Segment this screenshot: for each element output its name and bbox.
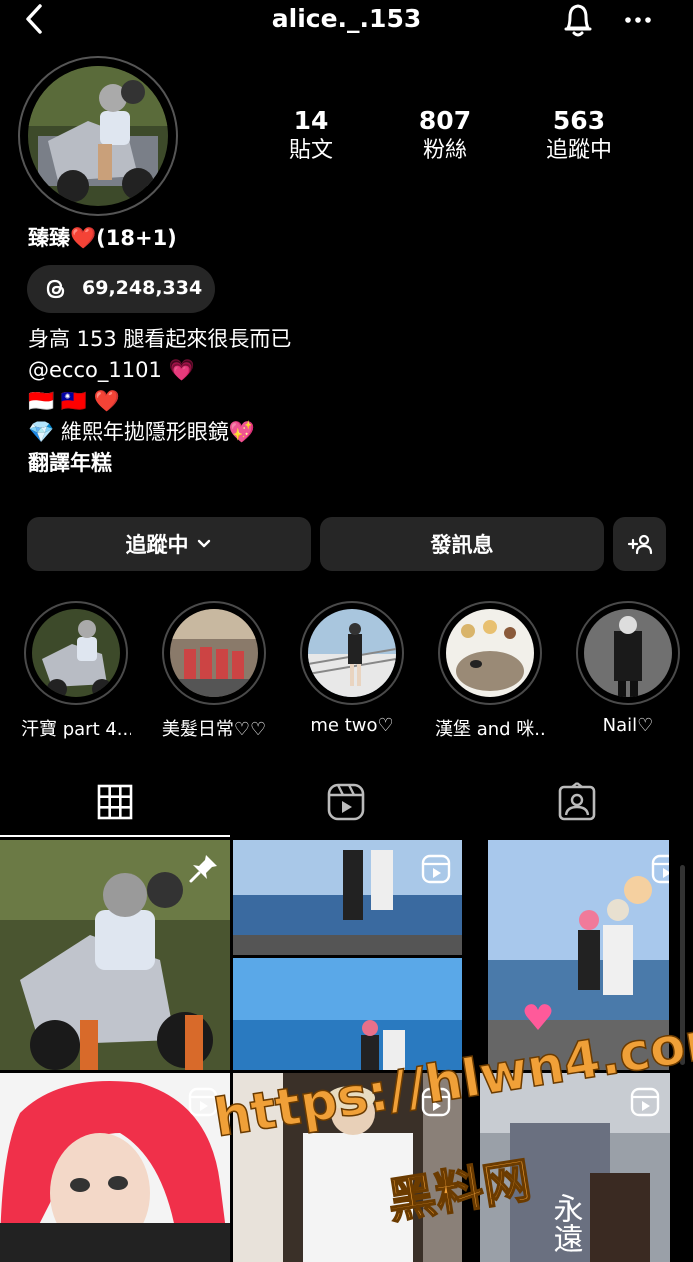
pin-icon <box>189 855 217 883</box>
message-button[interactable]: 發訊息 <box>320 517 604 571</box>
stat-posts[interactable]: 14 貼文 <box>241 106 381 166</box>
svg-text:永遠: 永遠 <box>548 1193 583 1253</box>
highlight-label: 美髮日常♡♡ <box>161 719 267 740</box>
following-button-label: 追蹤中 <box>125 533 189 557</box>
add-user-icon <box>627 534 652 555</box>
post-tile[interactable] <box>233 840 462 1070</box>
stat-followers-label: 粉絲 <box>422 138 467 163</box>
bio-translate-link[interactable]: 翻譯年糕 <box>28 448 112 479</box>
highlight-ring <box>576 601 680 705</box>
stat-posts-label: 貼文 <box>288 138 333 163</box>
bio-mention[interactable]: @ecco_1101 💗 <box>28 355 195 386</box>
highlight-label: Nail♡ <box>602 715 654 736</box>
top-bar: alice._.153 <box>0 0 693 40</box>
stat-followers[interactable]: 807 粉絲 <box>375 106 515 166</box>
suggest-users-button[interactable] <box>613 517 666 571</box>
stat-followers-count: 807 <box>418 106 472 135</box>
highlight-ring <box>300 601 404 705</box>
display-name: 臻臻❤️(18+1) <box>28 226 177 250</box>
highlight-item[interactable]: 美髮日常♡♡ <box>159 601 269 741</box>
highlight-ring <box>438 601 542 705</box>
threads-icon <box>46 279 65 299</box>
tagged-tab-icon[interactable] <box>557 782 597 822</box>
post-tile[interactable] <box>0 1073 230 1262</box>
highlight-item[interactable]: 漢堡 and 咪... <box>435 601 545 741</box>
reels-tab-icon[interactable] <box>326 782 366 822</box>
following-button[interactable]: 追蹤中 <box>27 517 311 571</box>
avatar[interactable] <box>28 66 168 206</box>
highlight-label: 汗寶 part 4... <box>21 719 131 740</box>
highlight-label: 漢堡 and 咪... <box>435 719 545 740</box>
post-tile[interactable] <box>0 840 230 1070</box>
highlight-cover <box>308 609 396 697</box>
chevron-down-icon <box>197 539 210 548</box>
stat-posts-count: 14 <box>293 106 329 135</box>
highlight-item[interactable]: me two♡ <box>297 601 407 736</box>
stat-following[interactable]: 563 追蹤中 <box>509 106 649 166</box>
message-button-label: 發訊息 <box>430 533 494 557</box>
highlight-item[interactable]: 汗寶 part 4... <box>21 601 131 741</box>
highlight-cover <box>170 609 258 697</box>
threads-count: 69,248,334 <box>82 277 203 299</box>
highlight-item[interactable]: Nail♡ <box>573 601 683 736</box>
reel-icon <box>421 854 451 884</box>
reel-icon <box>630 1087 660 1117</box>
reel-icon <box>651 854 669 884</box>
bio-line-3: 🇮🇩 🇹🇼 ❤️ <box>28 389 120 413</box>
highlight-ring <box>162 601 266 705</box>
grid-tab-icon[interactable] <box>95 782 135 822</box>
bio-line-1: 身高 153 腿看起來很長而已 <box>28 327 292 351</box>
highlight-ring <box>24 601 128 705</box>
bio-line-4: 💎 維熙年拋隱形眼鏡💖 <box>28 420 255 444</box>
highlight-cover <box>446 609 534 697</box>
highlight-cover <box>584 609 672 697</box>
more-options-icon[interactable] <box>620 8 656 32</box>
highlight-label: me two♡ <box>310 715 394 736</box>
stat-following-count: 563 <box>552 106 606 135</box>
bell-icon[interactable] <box>560 0 596 40</box>
stat-following-label: 追蹤中 <box>545 138 612 163</box>
active-tab-indicator <box>0 835 230 837</box>
highlight-cover <box>32 609 120 697</box>
